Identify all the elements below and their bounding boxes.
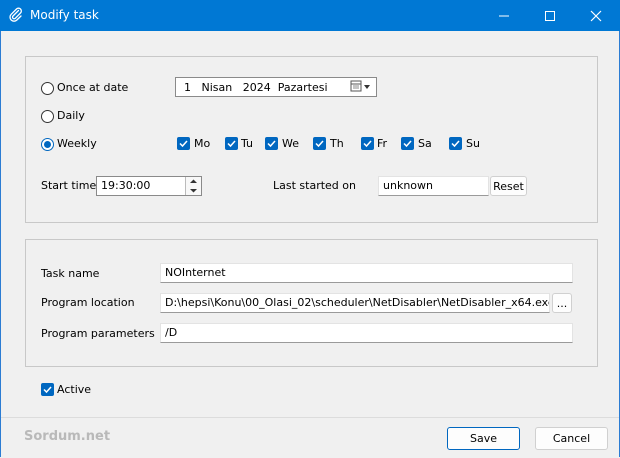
check-icon: [267, 140, 276, 148]
maximize-icon: [545, 10, 555, 21]
close-button[interactable]: [573, 0, 619, 31]
date-day: 1: [184, 81, 191, 94]
we-checkbox[interactable]: [265, 137, 278, 150]
weekly-label: Weekly: [57, 137, 97, 150]
save-label: Save: [469, 432, 497, 445]
program-parameters-label: Program parameters: [41, 327, 155, 340]
title-bar: Modify task: [0, 0, 620, 31]
browse-label: ...: [556, 296, 568, 310]
th-label: Th: [330, 137, 344, 150]
tu-checkbox[interactable]: [225, 137, 238, 150]
brand-logo: Sordum.net: [24, 429, 111, 444]
reset-button[interactable]: Reset: [490, 176, 527, 196]
maximize-button[interactable]: [527, 0, 573, 31]
cancel-button[interactable]: Cancel: [535, 427, 608, 450]
check-icon: [227, 140, 236, 148]
reset-label: Reset: [493, 179, 524, 193]
last-started-field: unknown: [378, 176, 489, 196]
last-started-value: unknown: [383, 179, 433, 192]
program-location-label: Program location: [41, 296, 135, 309]
spin-up-icon[interactable]: [186, 177, 201, 186]
mo-checkbox[interactable]: [177, 137, 190, 150]
minimize-button[interactable]: [481, 0, 527, 31]
program-parameters-value: /D: [165, 326, 178, 339]
mo-label: Mo: [194, 137, 211, 150]
active-checkbox[interactable]: [41, 383, 54, 396]
check-icon: [403, 140, 412, 148]
date-weekday: Pazartesi: [277, 81, 328, 94]
close-icon: [590, 10, 602, 21]
check-icon: [451, 140, 460, 148]
last-started-label: Last started on: [273, 179, 356, 192]
task-name-input[interactable]: NOInternet: [160, 263, 573, 283]
su-checkbox[interactable]: [449, 137, 462, 150]
weekly-radio[interactable]: [41, 138, 54, 151]
once-label: Once at date: [57, 81, 129, 94]
check-icon: [363, 140, 372, 148]
sa-label: Sa: [418, 137, 432, 150]
start-time-label: Start time: [41, 179, 97, 192]
calendar-icon[interactable]: [350, 80, 372, 93]
fr-label: Fr: [377, 137, 388, 150]
check-icon: [315, 140, 324, 148]
check-icon: [179, 140, 188, 148]
start-time-value: 19:30:00: [101, 179, 151, 192]
save-button[interactable]: Save: [447, 427, 520, 450]
active-label: Active: [57, 383, 92, 396]
once-radio[interactable]: [41, 82, 54, 95]
browse-button[interactable]: ...: [552, 293, 572, 313]
su-label: Su: [466, 137, 480, 150]
date-year: 2024: [242, 81, 271, 94]
sa-checkbox[interactable]: [401, 137, 414, 150]
task-name-label: Task name: [41, 267, 100, 280]
daily-label: Daily: [57, 109, 85, 122]
tu-label: Tu: [241, 137, 254, 150]
program-location-value: D:\hepsi\Konu\00_Olasi_02\scheduler\NetD…: [165, 296, 550, 309]
we-label: We: [282, 137, 299, 150]
daily-radio[interactable]: [41, 110, 54, 123]
paperclip-icon: [9, 7, 22, 22]
date-month: Nisan: [201, 81, 233, 94]
cancel-label: Cancel: [552, 432, 591, 445]
spin-down-icon[interactable]: [186, 186, 201, 195]
date-picker[interactable]: 1 Nisan 2024 Pazartesi: [175, 77, 377, 97]
program-parameters-input[interactable]: /D: [160, 323, 573, 343]
task-name-value: NOInternet: [165, 266, 226, 279]
minimize-icon: [499, 15, 509, 16]
program-location-input[interactable]: D:\hepsi\Konu\00_Olasi_02\scheduler\NetD…: [160, 293, 550, 313]
check-icon: [43, 386, 52, 394]
th-checkbox[interactable]: [313, 137, 326, 150]
window-title: Modify task: [30, 8, 99, 22]
fr-checkbox[interactable]: [361, 137, 374, 150]
time-spinner[interactable]: [185, 177, 201, 195]
